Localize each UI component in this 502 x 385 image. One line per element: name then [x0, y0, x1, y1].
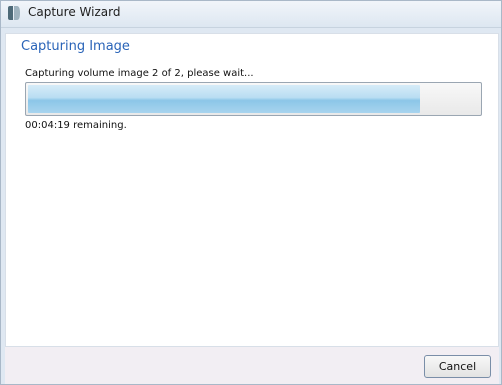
page-title: Capturing Image [21, 39, 130, 54]
progress-fill [28, 85, 421, 113]
time-remaining-text: 00:04:19 remaining. [25, 120, 127, 131]
wizard-content-panel: Capturing Image Capturing volume image 2… [5, 33, 499, 347]
app-icon [6, 5, 22, 21]
capture-wizard-window: Capture Wizard Capturing Image Capturing… [0, 0, 502, 385]
button-bar: Cancel [5, 347, 499, 384]
status-text: Capturing volume image 2 of 2, please wa… [25, 68, 254, 79]
capture-progress-bar [25, 82, 482, 116]
cancel-button[interactable]: Cancel [424, 355, 491, 378]
window-title: Capture Wizard [28, 5, 121, 19]
title-bar[interactable]: Capture Wizard [1, 1, 501, 28]
